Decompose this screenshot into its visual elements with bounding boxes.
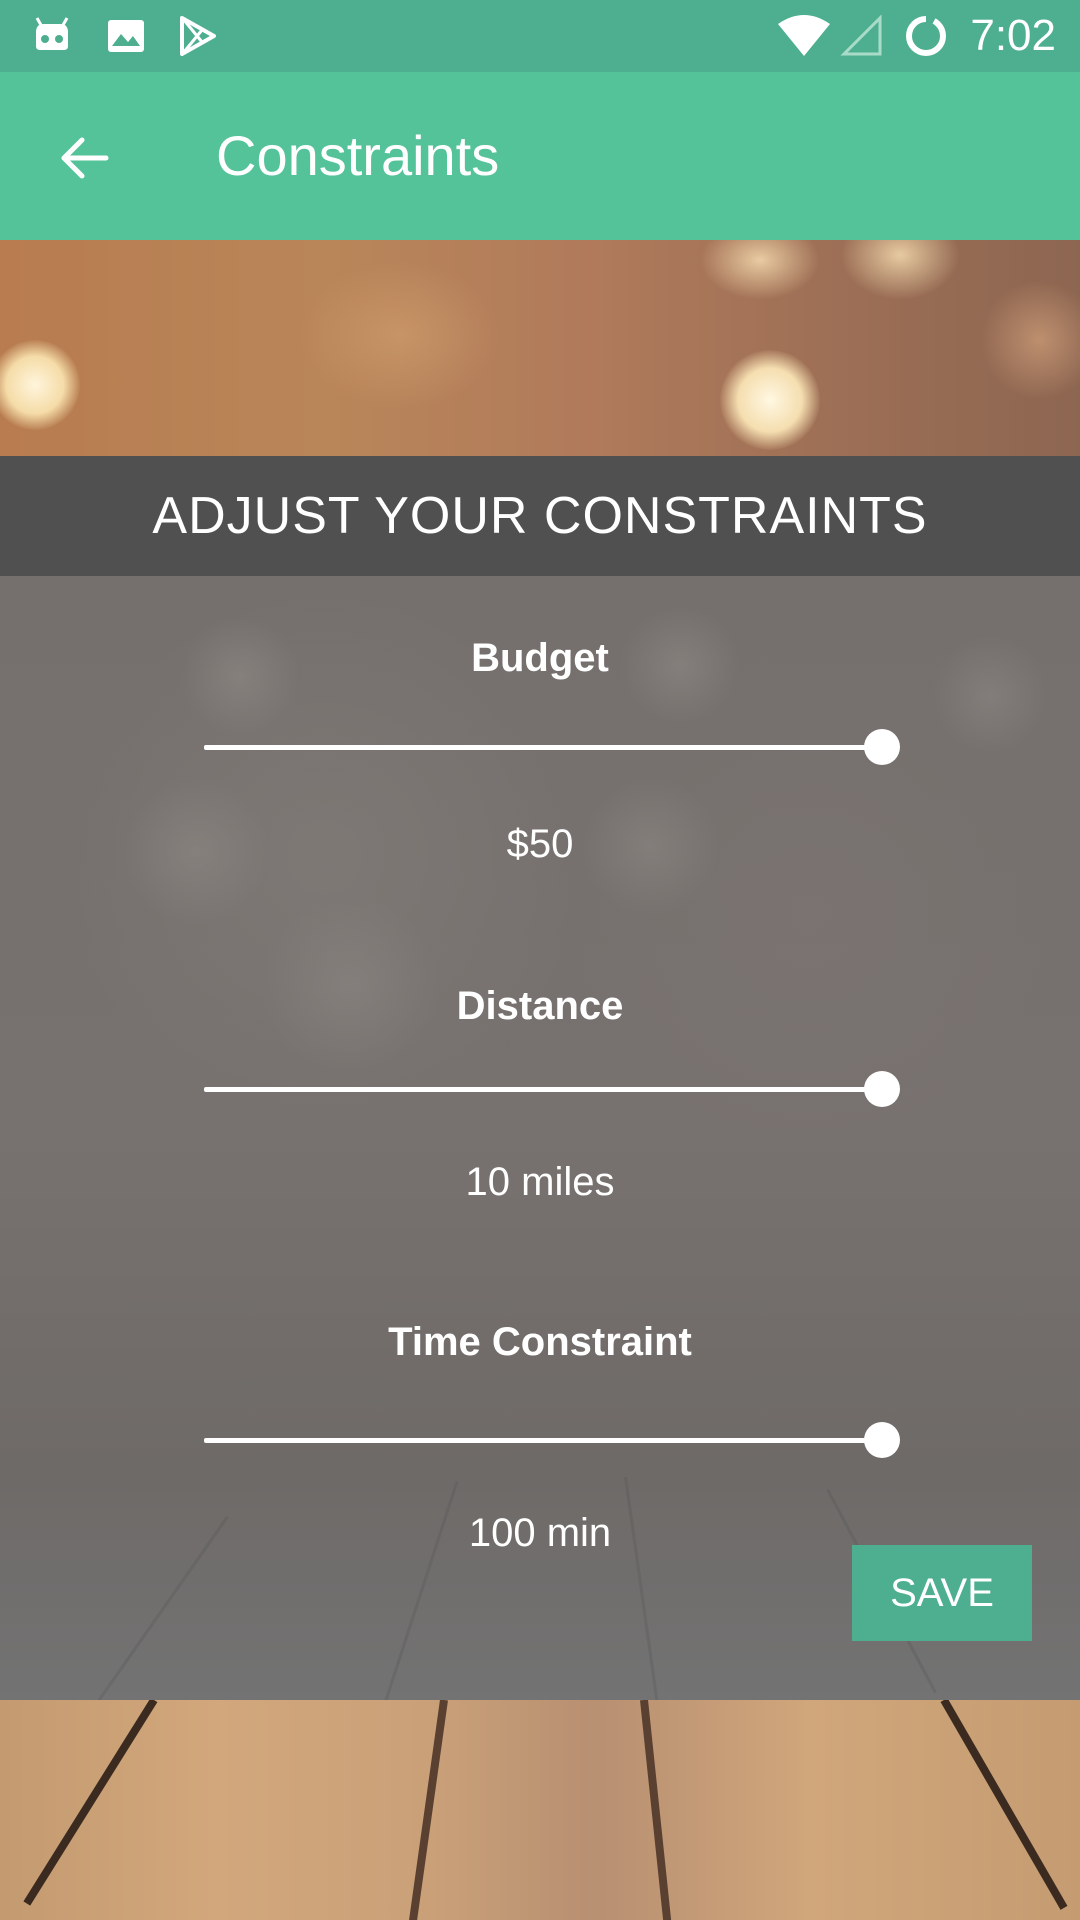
- time-constraint-slider-thumb[interactable]: [864, 1422, 900, 1458]
- wood-floor-image: [0, 1700, 1080, 1920]
- distance-label: Distance: [456, 984, 624, 1028]
- save-button[interactable]: SAVE: [852, 1545, 1032, 1641]
- distance-slider-track[interactable]: [204, 1087, 896, 1092]
- status-time: 7:02: [970, 11, 1056, 60]
- hero-image: [0, 240, 1080, 456]
- sync-circle-icon: [904, 14, 948, 58]
- wifi-icon: [776, 14, 832, 58]
- arrow-back-icon: [58, 132, 110, 189]
- time-constraint-slider-track[interactable]: [204, 1438, 896, 1443]
- back-button[interactable]: [40, 116, 128, 204]
- distance-slider[interactable]: [200, 1065, 900, 1113]
- budget-slider-thumb[interactable]: [864, 729, 900, 765]
- image-icon: [104, 14, 148, 58]
- budget-slider-track[interactable]: [204, 745, 896, 750]
- distance-slider-thumb[interactable]: [864, 1071, 900, 1107]
- time-constraint-label: Time Constraint: [388, 1320, 692, 1364]
- budget-value: $50: [506, 822, 574, 866]
- budget-label: Budget: [471, 636, 609, 680]
- time-constraint-slider[interactable]: [200, 1416, 900, 1464]
- budget-slider[interactable]: [200, 723, 900, 771]
- cell-signal-icon: [840, 14, 884, 58]
- section-title: ADJUST YOUR CONSTRAINTS: [152, 487, 928, 545]
- status-bar: 7:02: [0, 0, 1080, 72]
- play-store-icon: [176, 14, 220, 58]
- android-robot-icon: [30, 14, 74, 58]
- distance-value: 10 miles: [465, 1160, 615, 1204]
- app-bar: Constraints: [0, 72, 1080, 240]
- section-header: ADJUST YOUR CONSTRAINTS: [0, 456, 1080, 576]
- page-title: Constraints: [216, 124, 500, 187]
